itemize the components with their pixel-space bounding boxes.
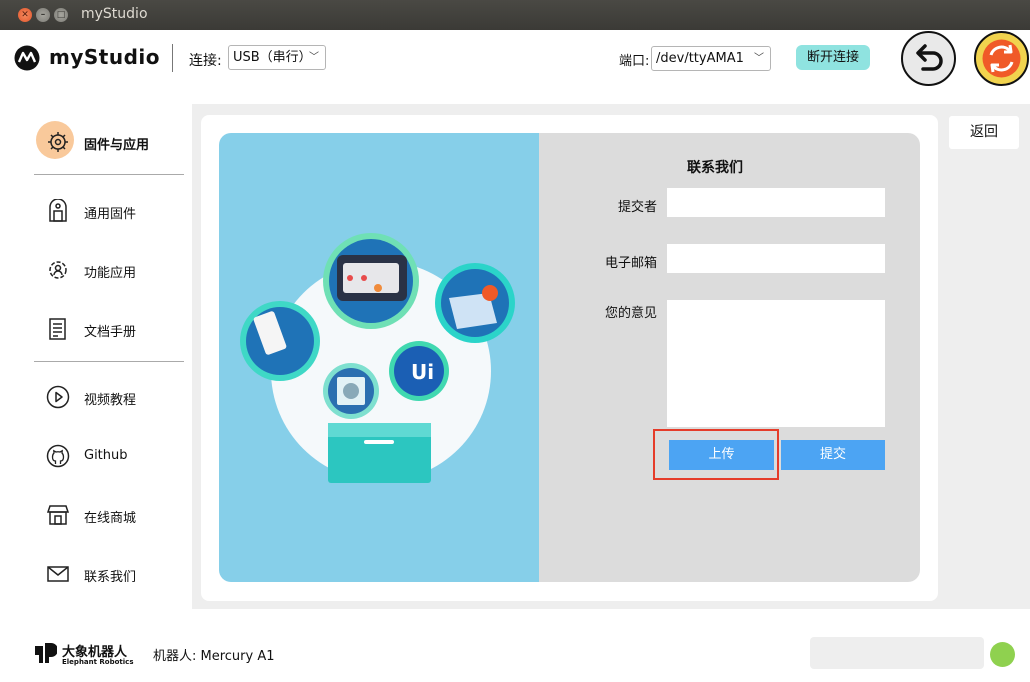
sidebar-item-label: 在线商城 [84, 511, 137, 526]
header-divider [172, 44, 173, 72]
sidebar-item-label: 文档手册 [84, 325, 137, 340]
submit-button[interactable]: 提交 [781, 440, 885, 470]
robot-model-label: 机器人: Mercury A1 [153, 649, 275, 664]
connection-status-indicator [990, 642, 1015, 667]
opinion-textarea[interactable] [667, 300, 885, 427]
email-input[interactable] [667, 244, 885, 273]
port-select[interactable]: /dev/ttyAMA1 ﹀ [651, 46, 771, 71]
chevron-down-icon: ﹀ [309, 52, 319, 63]
sidebar-item-functional-apps[interactable]: 功能应用 [34, 252, 184, 288]
app-name: myStudio [49, 45, 160, 69]
refresh-button[interactable] [974, 31, 1029, 86]
gear-person-icon [49, 261, 67, 279]
sidebar-item-label: 视频教程 [84, 393, 137, 408]
status-field [810, 637, 984, 669]
svg-text:Ui: Ui [411, 360, 434, 384]
document-icon [49, 318, 66, 340]
contact-illustration: Ui [219, 133, 539, 582]
chevron-down-icon: ﹀ [754, 53, 764, 64]
connect-select-value: USB（串行） [233, 50, 312, 65]
sidebar-divider [34, 174, 184, 175]
connect-label: 连接: [189, 53, 222, 69]
sidebar-item-docs[interactable]: 文档手册 [34, 311, 184, 347]
elephant-robotics-logo [35, 643, 57, 663]
illustration-graphic: Ui [240, 233, 515, 483]
submitter-label: 提交者 [617, 200, 657, 215]
undo-icon [916, 44, 943, 71]
window-title: myStudio [81, 6, 148, 22]
sidebar-item-video-tutorials[interactable]: 视频教程 [34, 379, 184, 415]
window-close-button[interactable]: ✕ [18, 8, 32, 22]
form-title: 联系我们 [687, 160, 743, 176]
disconnect-button[interactable]: 断开连接 [796, 45, 870, 70]
sidebar-item-firmware-apps[interactable]: 固件与应用 [34, 121, 184, 160]
sidebar-item-label: 通用固件 [84, 207, 137, 222]
submitter-input[interactable] [667, 188, 885, 217]
sidebar-item-label: 功能应用 [84, 266, 137, 281]
window-maximize-button[interactable]: □ [54, 8, 68, 22]
window-titlebar: ✕ – □ myStudio [0, 0, 1030, 30]
sidebar-item-contact-us[interactable]: 联系我们 [34, 556, 184, 592]
sidebar-item-online-store[interactable]: 在线商城 [34, 497, 184, 533]
brand-name-en: Elephant Robotics [62, 658, 134, 666]
firmware-app-icon [48, 132, 68, 152]
play-icon [46, 385, 70, 409]
sidebar-item-label: Github [84, 448, 128, 463]
undo-button[interactable] [901, 31, 956, 86]
port-select-value: /dev/ttyAMA1 [656, 51, 744, 66]
firmware-icon [49, 199, 67, 222]
port-label: 端口: [619, 54, 650, 69]
refresh-icon [982, 39, 1021, 78]
opinion-label: 您的意见 [604, 306, 657, 321]
sidebar-divider [34, 361, 184, 362]
back-button[interactable]: 返回 [949, 116, 1019, 149]
store-icon [46, 505, 70, 525]
app-logo-icon [14, 45, 40, 71]
mail-icon [47, 566, 69, 582]
connect-select[interactable]: USB（串行） ﹀ [228, 45, 326, 70]
sidebar-item-github[interactable]: Github [34, 438, 184, 474]
github-icon [46, 444, 70, 468]
window-minimize-button[interactable]: – [36, 8, 50, 22]
sidebar-item-label: 联系我们 [84, 570, 137, 585]
upload-button[interactable]: 上传 [669, 440, 774, 470]
sidebar-item-label: 固件与应用 [84, 138, 150, 153]
email-label: 电子邮箱 [604, 256, 657, 271]
sidebar-item-firmware[interactable]: 通用固件 [34, 193, 184, 229]
